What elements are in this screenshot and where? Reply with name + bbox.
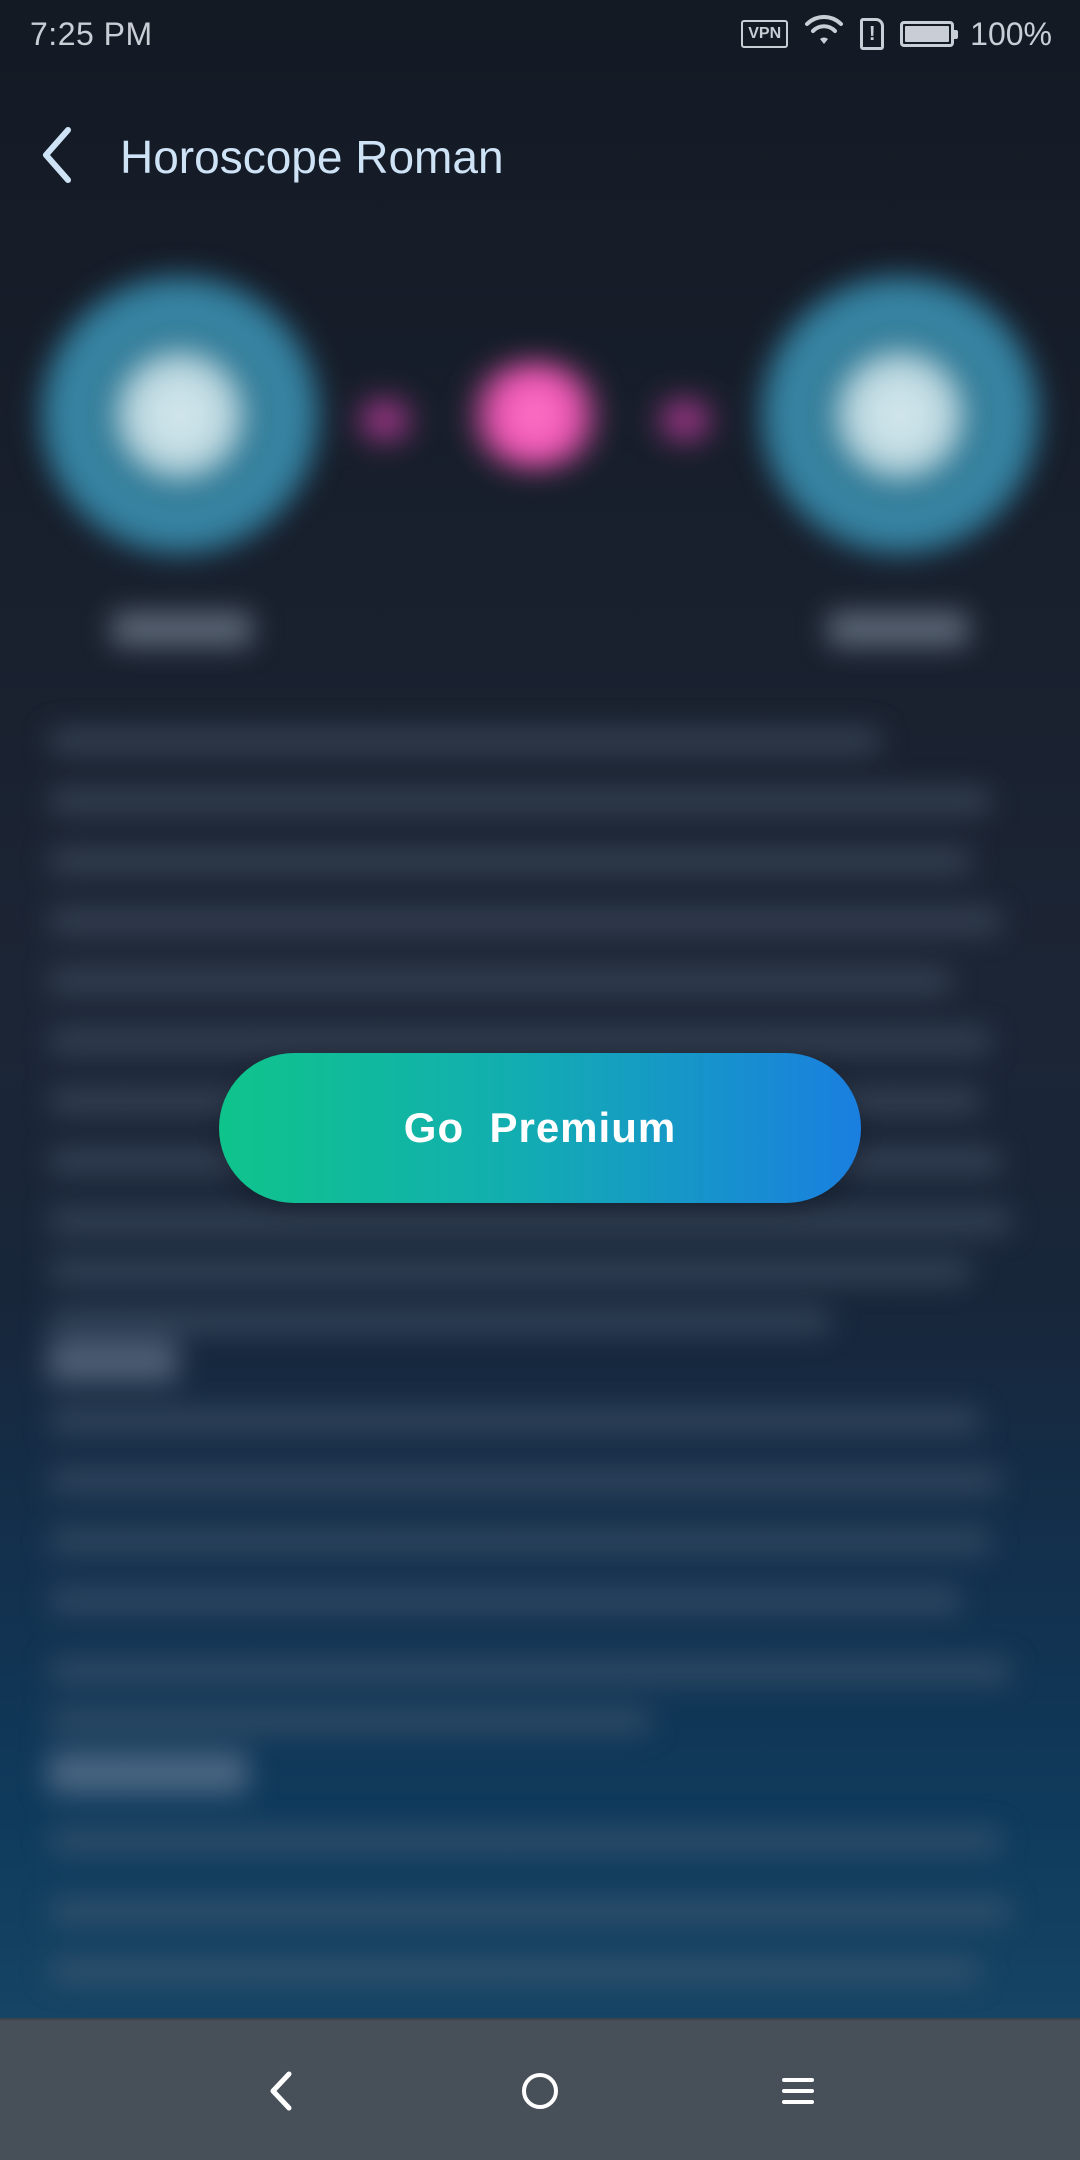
chevron-left-icon (43, 127, 71, 183)
heart-icon (460, 360, 610, 470)
status-bar: 7:25 PM VPN ! 100% (0, 0, 1080, 72)
battery-percent: 100% (970, 15, 1052, 52)
zodiac-sign-left-icon (40, 275, 320, 555)
zodiac-sign-right-icon (760, 275, 1040, 555)
battery-icon (900, 21, 959, 47)
text-line (50, 790, 990, 812)
text-line (50, 910, 1000, 932)
sign-label-left (112, 612, 252, 646)
text-line (50, 1260, 970, 1282)
navigation-bar (0, 2018, 1080, 2160)
screen: 7:25 PM VPN ! 100% Horoscope Roman Go Pr… (0, 0, 1080, 2160)
nav-menu-button[interactable] (763, 2056, 833, 2126)
sign-label-right (828, 612, 968, 646)
text-line (50, 1660, 1010, 1682)
vpn-icon: VPN (741, 20, 789, 48)
home-circle-icon (522, 2073, 558, 2109)
text-line (50, 1470, 1000, 1492)
text-line (50, 1530, 990, 1552)
status-time: 7:25 PM (30, 16, 153, 52)
go-premium-button[interactable]: Go Premium (219, 1053, 861, 1203)
text-line (50, 1210, 1010, 1232)
text-line (50, 1960, 980, 1982)
back-button[interactable] (30, 120, 90, 190)
text-line (50, 1900, 1010, 1922)
text-line (50, 1710, 650, 1732)
back-triangle-icon (270, 2071, 292, 2111)
text-line (50, 850, 970, 872)
text-line (50, 1410, 980, 1432)
connector-dot-icon (340, 395, 430, 445)
connector-dot-icon (640, 395, 730, 445)
status-icons: VPN ! 100% (741, 14, 1052, 54)
nav-home-button[interactable] (505, 2056, 575, 2126)
app-bar: Horoscope Roman (0, 100, 1080, 220)
text-line (50, 1030, 990, 1052)
text-line (50, 1590, 960, 1612)
menu-lines-icon (782, 2078, 814, 2104)
locked-content-blur (0, 0, 1080, 2020)
section-heading (48, 1752, 248, 1794)
page-title: Horoscope Roman (120, 131, 504, 183)
text-line (50, 730, 880, 752)
text-line (50, 1830, 1000, 1852)
sim-alert-icon: ! (860, 18, 885, 50)
wifi-icon (804, 14, 844, 54)
section-heading (48, 1340, 178, 1382)
text-line (50, 970, 950, 992)
text-line (50, 1310, 830, 1332)
nav-back-button[interactable] (246, 2056, 316, 2126)
